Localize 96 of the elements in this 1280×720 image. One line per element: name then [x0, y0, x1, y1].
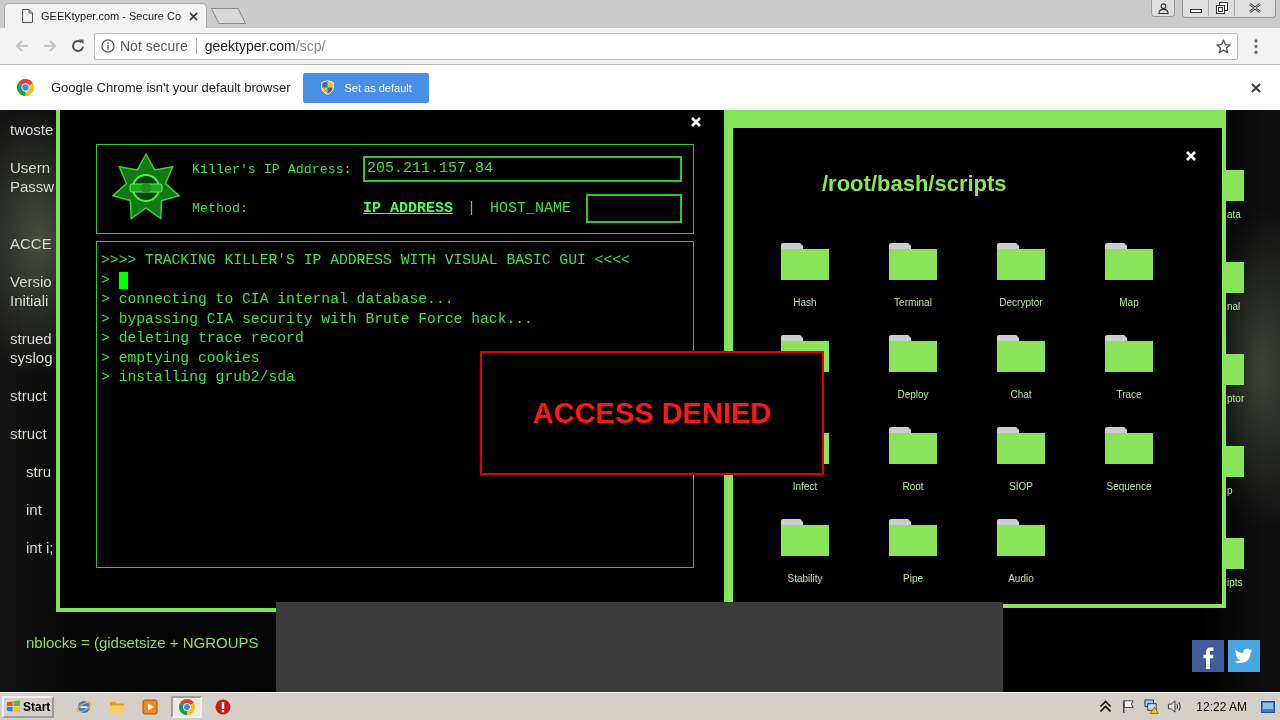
folder-icon[interactable]	[997, 335, 1045, 372]
address-bar[interactable]: Not secure geektyper.com/scp/	[94, 32, 1238, 60]
folder-icon[interactable]	[997, 519, 1045, 556]
taskbar-button[interactable]	[171, 695, 202, 718]
code-text: struct	[10, 424, 47, 443]
code-text: Usern	[10, 158, 50, 177]
code-text: struct	[10, 386, 47, 405]
hostname-field[interactable]	[586, 194, 683, 223]
terminal-line: > emptying cookies	[101, 348, 260, 368]
method-option[interactable]: IP_ADDRESS	[363, 200, 453, 217]
menu-icon[interactable]	[1254, 38, 1258, 54]
alert-icon[interactable]	[215, 698, 231, 715]
code-text: Versio	[10, 272, 52, 291]
terminal-line: > connecting to CIA internal database...	[101, 290, 454, 309]
code-text: Initiali	[10, 291, 49, 310]
terminal-line: > installing grub2/sda	[101, 368, 295, 387]
folder-icon[interactable]	[997, 427, 1045, 464]
folder-label[interactable]: Stability	[787, 573, 823, 585]
folder-label[interactable]: ptor	[1226, 393, 1245, 405]
folder-icon[interactable]	[1105, 335, 1153, 372]
folder-label[interactable]: p	[1226, 485, 1233, 497]
globe-icon[interactable]	[76, 698, 92, 715]
terminal-line: > bypassing CIA security with Brute Force hack...	[101, 309, 533, 329]
folder-label[interactable]: Infect	[792, 481, 818, 493]
folder-label[interactable]: SIOP	[1009, 481, 1033, 493]
infobar-message: Google Chrome isn't your default browser	[51, 80, 291, 95]
close-icon[interactable]	[1251, 82, 1261, 93]
code-text: int	[26, 500, 42, 519]
chevron-up-icon[interactable]	[1098, 699, 1114, 714]
code-text: ACCE	[10, 234, 52, 253]
separator-text: |	[467, 200, 477, 217]
info-icon	[101, 39, 115, 53]
folder-icon[interactable]	[781, 243, 829, 280]
security-label[interactable]: Not secure	[120, 38, 197, 54]
method-label: Method:	[192, 201, 248, 216]
folder-label[interactable]: ata	[1226, 209, 1241, 221]
folder-icon[interactable]	[1105, 427, 1153, 464]
method-option[interactable]: HOST_NAME	[490, 200, 572, 217]
minimize-icon	[1189, 9, 1202, 13]
folder-label[interactable]: Terminal	[894, 297, 932, 309]
code-text: Passw	[10, 177, 55, 196]
code-text: twoste	[10, 120, 54, 139]
folder-label[interactable]: Trace	[1116, 389, 1142, 401]
profile-button[interactable]	[1151, 0, 1175, 17]
error-message: ACCESS DENIED	[532, 396, 772, 430]
folder-label[interactable]: nal	[1226, 301, 1241, 313]
terminal-line: >>>> TRACKING KILLER'S IP ADDRESS WITH VISUAL BASIC GUI <<<<	[101, 251, 630, 270]
terminal-line: >	[101, 270, 110, 290]
person-icon	[1157, 2, 1169, 14]
folder-label[interactable]: Hash	[793, 297, 817, 309]
folder-label[interactable]: Root	[902, 481, 924, 493]
folder-label[interactable]: Sequence	[1106, 481, 1152, 493]
code-text: strued	[10, 329, 52, 348]
logo-icon[interactable]	[178, 698, 195, 715]
close-icon	[1249, 3, 1261, 13]
folder-icon[interactable]	[889, 243, 937, 280]
url-text: geektyper.com/scp/	[204, 38, 326, 54]
shield-icon	[321, 80, 335, 95]
logo-icon	[17, 79, 34, 96]
folder-label[interactable]: Audio	[1008, 573, 1034, 585]
folder-icon[interactable]	[889, 519, 937, 556]
folder-label[interactable]: Chat	[1010, 389, 1032, 401]
clock-text[interactable]: 12:22 AM	[1196, 699, 1247, 714]
page-icon	[22, 9, 33, 23]
bookmark-star-icon[interactable]	[1216, 38, 1231, 54]
folder-label[interactable]: Deploy	[897, 389, 929, 401]
close-icon[interactable]	[189, 11, 198, 21]
restore-icon	[1215, 2, 1228, 14]
folder-label[interactable]: Map	[1119, 297, 1139, 309]
speaker-icon[interactable]	[1167, 699, 1183, 714]
code-text: nblocks = (gidsetsize + NGROUPS	[26, 633, 259, 652]
network-icon[interactable]	[1144, 699, 1160, 714]
ip-address-label: Killer's IP Address:	[192, 161, 352, 177]
folder-icon[interactable]	[889, 335, 937, 372]
folder-icon[interactable]	[889, 427, 937, 464]
window-title: /root/bash/scripts	[822, 171, 1007, 197]
f-logo-icon[interactable]	[1192, 640, 1224, 672]
folder-label[interactable]: ipts	[1226, 577, 1243, 589]
reload-icon[interactable]	[70, 38, 86, 54]
folder-label[interactable]: Decryptor	[999, 297, 1043, 309]
windows-flag-icon	[6, 700, 21, 713]
start-button[interactable]: Start	[2, 695, 54, 718]
folder-icon[interactable]	[781, 519, 829, 556]
flag-icon[interactable]	[1121, 699, 1137, 714]
folder-icon[interactable]	[997, 243, 1045, 280]
code-text: stru	[26, 462, 51, 481]
folder-label[interactable]: Pipe	[903, 573, 923, 585]
ip-address-field[interactable]: 205.211.157.84	[363, 156, 682, 182]
bird-icon[interactable]	[1228, 640, 1260, 672]
code-text: int i;	[26, 538, 54, 557]
show-desktop-icon[interactable]	[1261, 700, 1275, 713]
browser-tab[interactable]: GEEKtyper.com - Secure Co	[4, 3, 207, 28]
code-text: syslog	[10, 348, 53, 367]
terminal-line: > deleting trace record	[101, 329, 304, 348]
play-icon[interactable]	[142, 698, 158, 715]
folder-icon[interactable]	[1105, 243, 1153, 280]
